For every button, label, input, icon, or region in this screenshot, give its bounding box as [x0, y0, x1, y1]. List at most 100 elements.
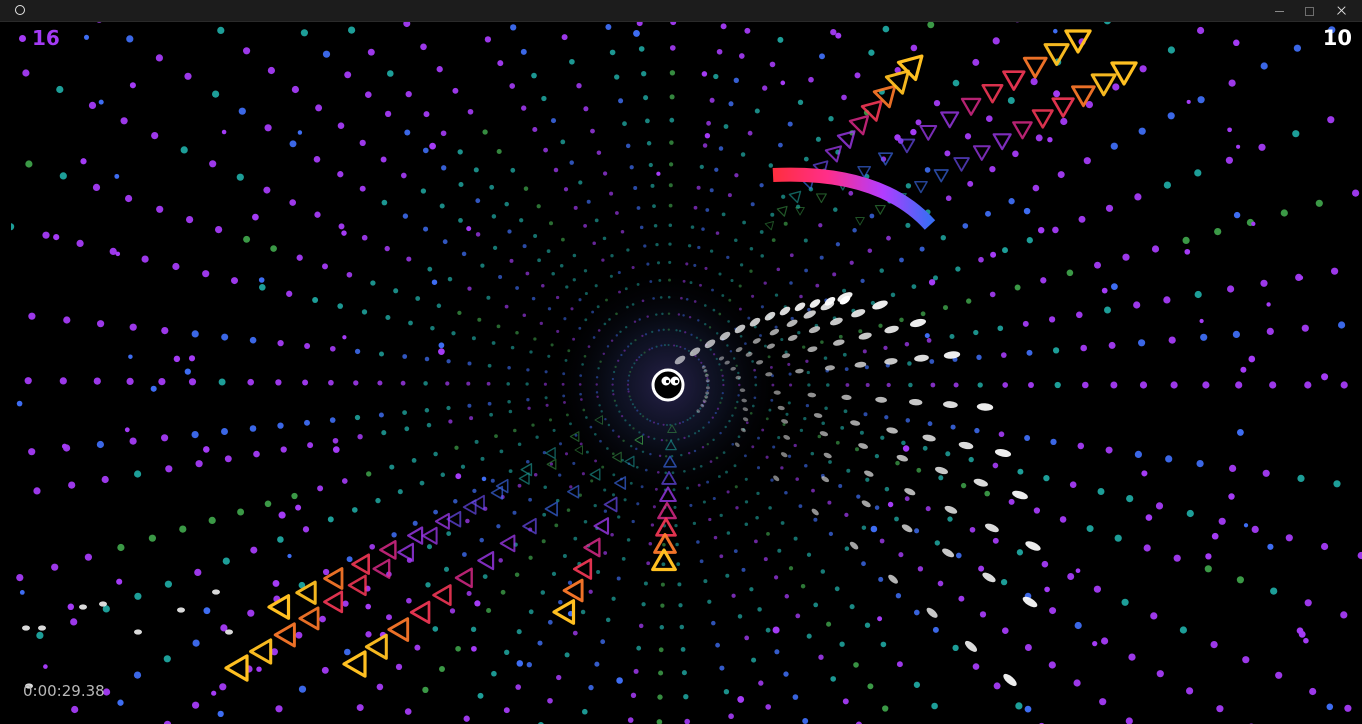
orb-dot: [682, 420, 685, 424]
orb-dot: [542, 512, 547, 517]
orb-dot: [733, 549, 738, 553]
orb-dot: [1000, 578, 1008, 586]
orb-dot: [614, 74, 620, 80]
orb-dot: [898, 552, 904, 558]
orb-dot: [629, 370, 632, 373]
triangle-hazard: [655, 517, 677, 537]
orb-dot: [191, 330, 199, 338]
orb-dot: [403, 22, 411, 28]
orb-dot: [784, 594, 790, 599]
orb-dot: [467, 108, 474, 115]
orb-dot: [455, 645, 461, 652]
orb-dot: [674, 423, 677, 426]
orb-dot: [528, 497, 532, 502]
orb-dot: [467, 361, 472, 366]
orb-dot: [491, 670, 497, 677]
gem-dot: [1303, 637, 1309, 644]
orb-dot: [400, 380, 406, 386]
orb-dot: [550, 343, 554, 347]
orb-dot: [218, 378, 226, 386]
title-bar[interactable]: [0, 0, 1362, 22]
orb-dot: [578, 383, 582, 386]
orb-dot: [1054, 381, 1061, 389]
orb-dot: [680, 453, 683, 457]
orb-dot: [1150, 612, 1158, 620]
bullet: [943, 351, 961, 359]
orb-dot: [1026, 349, 1033, 356]
orb-dot: [653, 437, 656, 440]
orb-dot: [594, 218, 599, 223]
gem-dot: [431, 279, 438, 285]
orb-dot: [569, 58, 575, 65]
orb-dot: [828, 116, 834, 122]
orb-dot: [741, 567, 746, 572]
orb-dot: [751, 445, 755, 449]
orb-dot: [728, 298, 732, 302]
orb-dot: [593, 503, 597, 508]
orb-dot: [569, 422, 572, 426]
bullet: [964, 640, 978, 652]
orb-dot: [658, 278, 662, 282]
orb-dot: [862, 349, 867, 354]
orb-dot: [738, 284, 742, 288]
orb-dot: [1163, 296, 1171, 304]
orb-dot: [76, 239, 84, 247]
gem-dot: [616, 677, 623, 684]
bullet: [854, 361, 867, 368]
orb-dot: [633, 320, 637, 323]
orb-dot: [697, 358, 700, 361]
orb-dot: [543, 147, 548, 153]
orb-dot: [765, 704, 772, 710]
orb-dot: [551, 272, 555, 276]
orb-dot: [745, 421, 749, 425]
orb-dot: [771, 383, 775, 387]
game-playfield[interactable]: [11, 22, 1362, 724]
orb-dot: [635, 465, 639, 469]
orb-dot: [643, 95, 649, 101]
orb-dot: [126, 35, 134, 43]
gem-dot: [272, 579, 280, 587]
orb-dot: [723, 124, 729, 129]
bullet: [888, 574, 898, 584]
orb-dot: [28, 312, 36, 320]
orb-dot: [1210, 641, 1218, 649]
orb-dot: [400, 172, 407, 179]
orb-dot: [498, 558, 503, 563]
orb-dot: [563, 400, 566, 404]
orb-dot: [661, 562, 666, 567]
orb-dot: [589, 425, 593, 429]
close-button[interactable]: [1325, 0, 1359, 22]
orb-dot: [1155, 502, 1164, 510]
orb-dot: [860, 278, 865, 284]
orb-dot: [486, 381, 491, 386]
orb-dot: [726, 344, 729, 347]
orb-dot: [1297, 474, 1305, 482]
gem-dot: [481, 476, 487, 482]
gem-dot: [438, 348, 445, 355]
orb-dot: [763, 344, 767, 348]
orb-dot: [853, 662, 859, 668]
orb-dot: [629, 398, 632, 401]
orb-dot: [583, 354, 587, 358]
orb-dot: [380, 156, 387, 163]
orb-dot: [580, 609, 586, 615]
orb-dot: [683, 347, 687, 350]
minimize-button[interactable]: [1262, 0, 1296, 22]
orb-dot: [697, 319, 700, 322]
orb-dot: [322, 568, 330, 576]
orb-dot: [560, 139, 566, 145]
maximize-button[interactable]: [1292, 0, 1326, 22]
orb-dot: [595, 383, 598, 386]
orb-dot: [754, 539, 758, 544]
orb-dot: [783, 221, 788, 226]
orb-dot: [439, 203, 445, 209]
orb-dot: [632, 427, 635, 430]
orb-dot: [656, 261, 661, 265]
orb-dot: [528, 555, 533, 560]
orb-dot: [673, 344, 676, 347]
orb-dot: [527, 406, 531, 410]
orb-dot: [1260, 279, 1268, 287]
player-pupil-left: [665, 379, 670, 384]
orb-dot: [620, 353, 623, 357]
orb-dot: [296, 254, 303, 261]
